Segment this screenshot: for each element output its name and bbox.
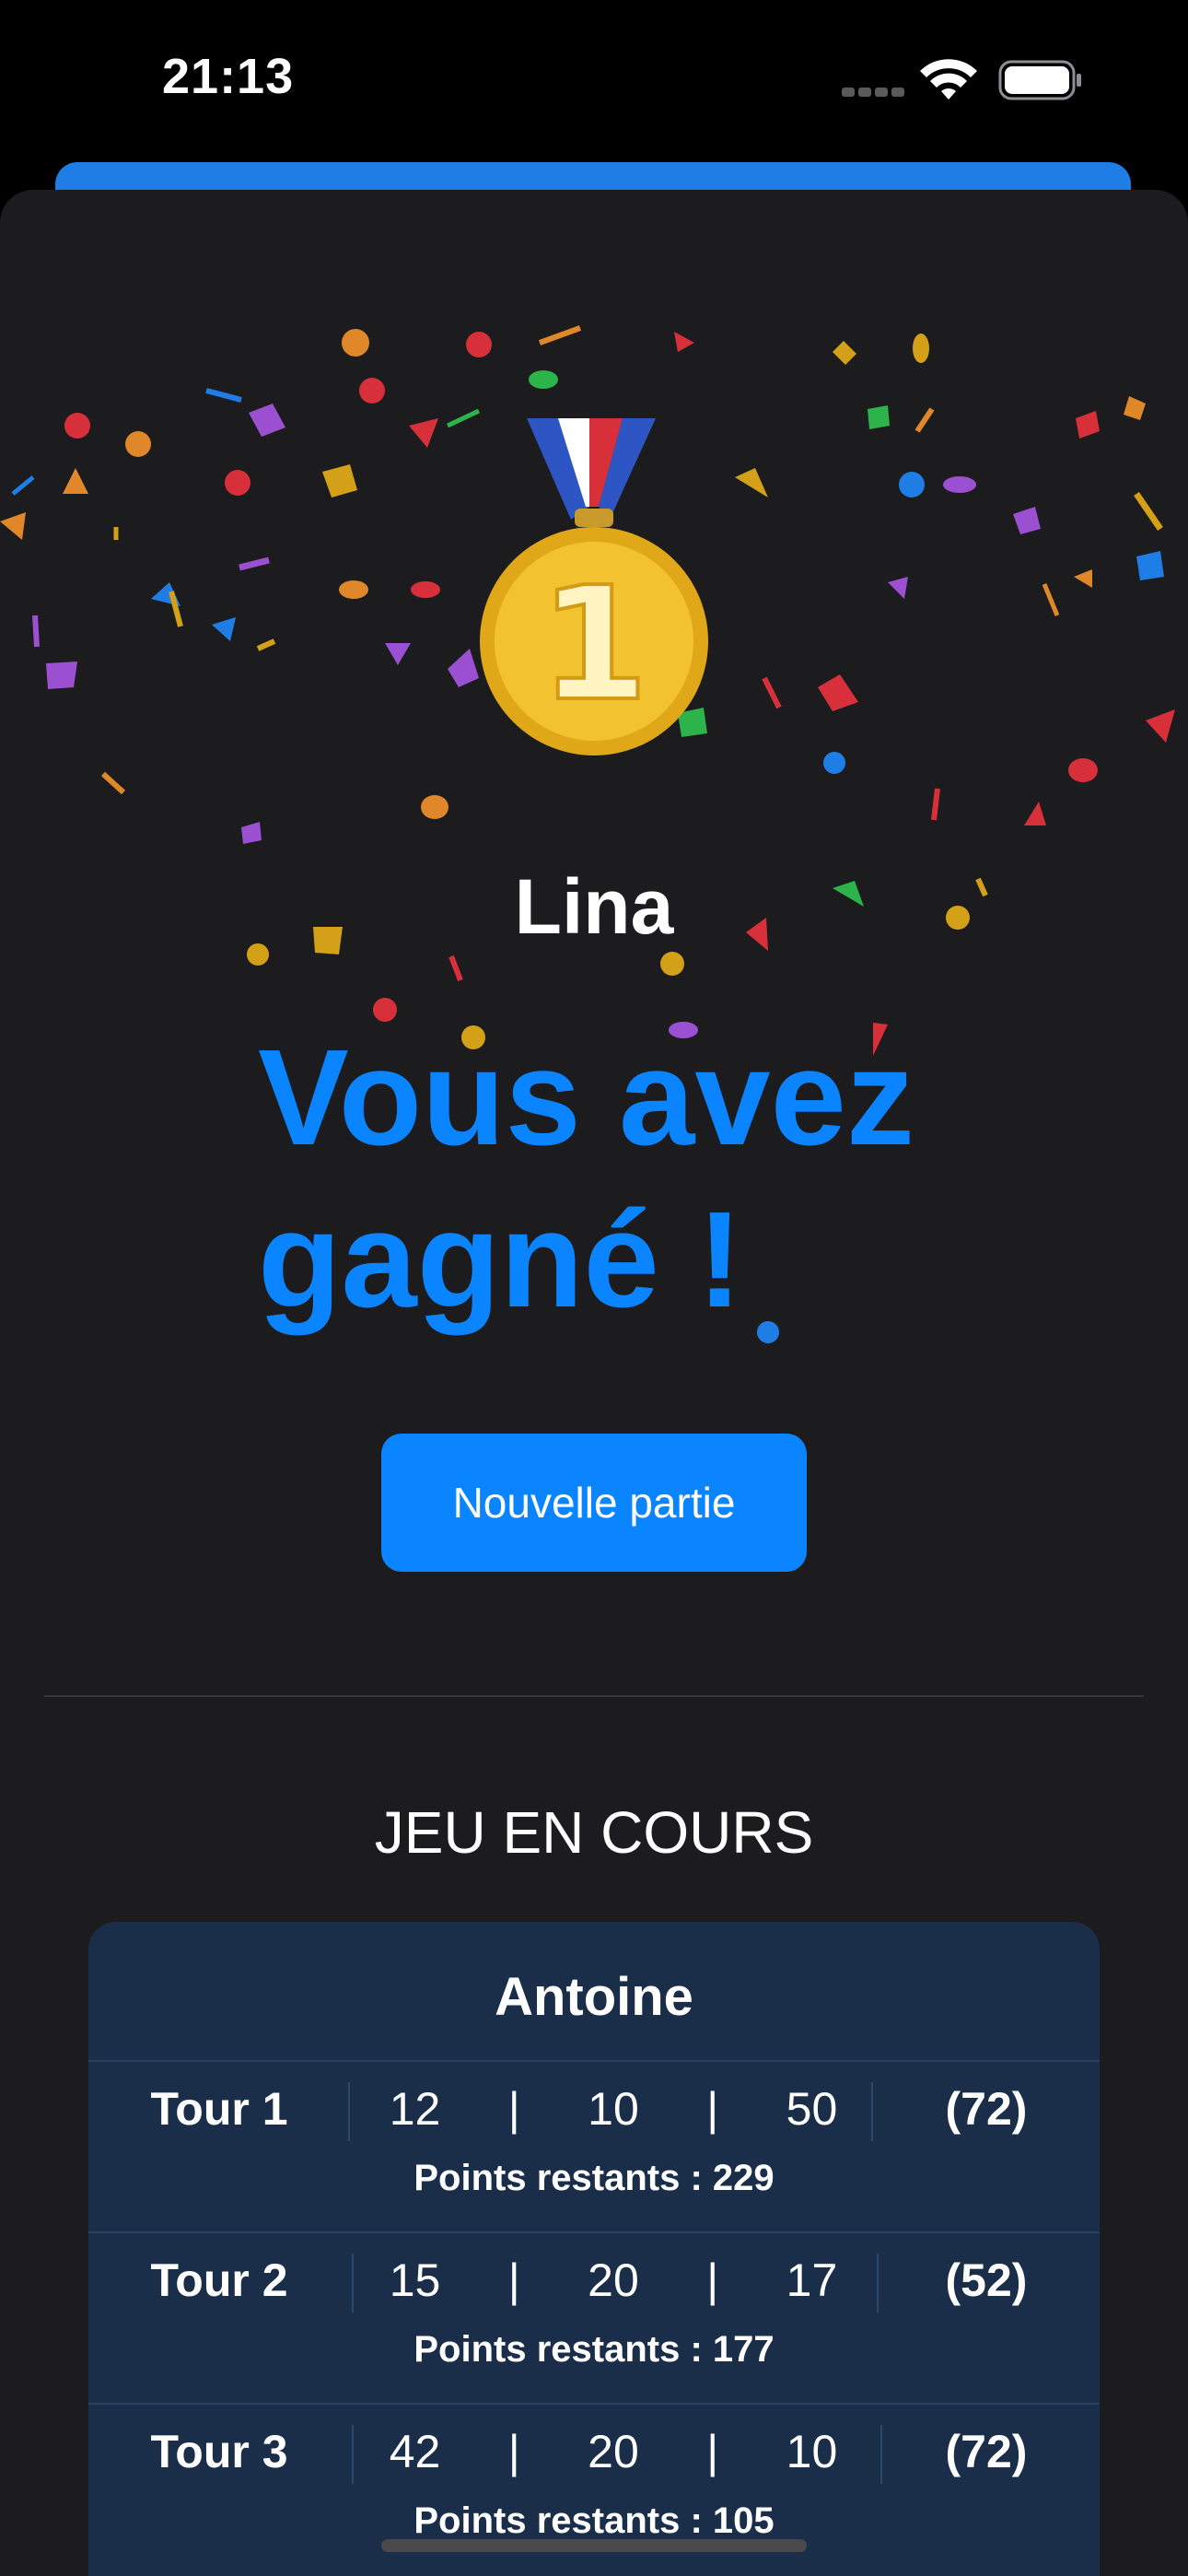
divider: [44, 1695, 1144, 1697]
column-separator: [348, 2082, 350, 2141]
round-row: Tour 2 15 | 20 | 17 (52) Points restants…: [88, 2231, 1100, 2403]
column-separator: [880, 2425, 882, 2484]
remaining-points: Points restants : 229: [413, 2158, 775, 2198]
game-sheet: 1 Lina Vous avez gagné ! Nouvelle partie…: [0, 190, 1188, 2576]
svg-text:1: 1: [540, 554, 648, 736]
throw-value: 42: [389, 2426, 441, 2477]
new-game-button[interactable]: Nouvelle partie: [381, 1434, 807, 1572]
throw-separator: |: [706, 2426, 719, 2477]
battery-icon: [998, 60, 1081, 100]
throw-value: 12: [389, 2083, 441, 2135]
throw-separator: |: [706, 2254, 719, 2306]
section-title: JEU EN COURS: [374, 1799, 814, 1866]
round-total: (72): [945, 2083, 1028, 2135]
round-throws: 15 | 20 | 17: [355, 2254, 871, 2307]
throw-value: 50: [786, 2083, 838, 2135]
home-indicator[interactable]: [381, 2539, 807, 2552]
round-total: (52): [945, 2254, 1028, 2306]
gold-medal-icon: 1: [480, 418, 708, 755]
column-separator: [352, 2254, 354, 2313]
round-total: (72): [945, 2426, 1028, 2477]
status-time: 21:13: [162, 49, 295, 104]
throw-value: 17: [786, 2254, 838, 2306]
throw-separator: |: [507, 2254, 520, 2306]
throw-value: 10: [786, 2426, 838, 2477]
throw-separator: |: [507, 2426, 520, 2477]
remaining-points: Points restants : 105: [413, 2500, 775, 2541]
wifi-icon: [920, 59, 977, 100]
throw-value: 20: [588, 2426, 639, 2477]
round-label: Tour 2: [150, 2254, 288, 2306]
round-label: Tour 1: [150, 2083, 288, 2135]
throw-value: 20: [588, 2254, 639, 2306]
round-throws: 42 | 20 | 10: [355, 2425, 871, 2478]
win-message: Vous avez gagné !: [258, 1022, 914, 1336]
winner-name: Lina: [514, 863, 674, 950]
cellular-signal-icon: [842, 85, 908, 101]
score-card: Antoine Tour 1 12 | 10 | 50 (72) Points …: [88, 1922, 1100, 2576]
column-separator: [877, 2254, 879, 2313]
column-separator: [352, 2425, 354, 2484]
throw-value: 10: [588, 2083, 639, 2135]
round-throws: 12 | 10 | 50: [355, 2082, 871, 2136]
throw-value: 15: [389, 2254, 441, 2306]
remaining-points: Points restants : 177: [413, 2329, 775, 2370]
status-bar: 21:13: [0, 0, 1188, 166]
throw-separator: |: [706, 2083, 719, 2135]
column-separator: [871, 2082, 873, 2141]
throw-separator: |: [507, 2083, 520, 2135]
player-name: Antoine: [495, 1967, 693, 2027]
round-row: Tour 1 12 | 10 | 50 (72) Points restants…: [88, 2060, 1100, 2231]
round-label: Tour 3: [150, 2426, 288, 2477]
